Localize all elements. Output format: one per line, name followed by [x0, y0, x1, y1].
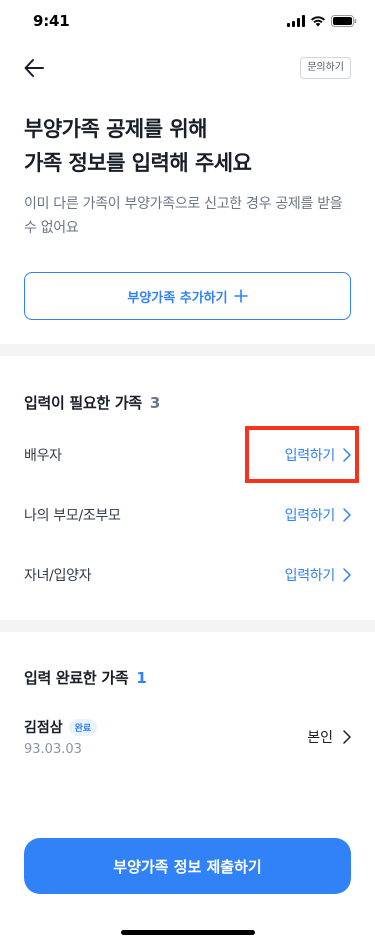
member-relation: 본인 [307, 730, 333, 746]
section-divider [0, 344, 375, 356]
family-name: 자녀/입양자 [24, 568, 92, 584]
needed-section-title: 입력이 필요한 가족 3 [24, 392, 160, 413]
needed-count: 3 [149, 394, 160, 412]
family-row-parents: 나의 부모/조부모 입력하기 [24, 500, 351, 530]
signal-icon [287, 15, 305, 27]
section-divider [0, 620, 375, 632]
completed-member-name: 김점삼 완료 [24, 717, 98, 737]
completed-section-label: 입력 완료한 가족 [24, 669, 129, 687]
input-button-label: 입력하기 [284, 508, 336, 524]
highlight-box [245, 426, 359, 483]
completed-section-title: 입력 완료한 가족 1 [24, 667, 147, 688]
family-name: 배우자 [24, 448, 62, 464]
completed-member-button[interactable]: 본인 [307, 727, 351, 747]
add-dependent-label: 부양가족 추가하기 [127, 290, 228, 306]
status-icons [287, 15, 357, 27]
screen: 9:41 문의하기 부양가족 공제를 위해 가족 정보를 입력해 주세요 이미 … [0, 0, 375, 944]
chevron-right-icon [343, 730, 351, 744]
page-title-line2: 가족 정보를 입력해 주세요 [24, 151, 252, 175]
home-indicator [121, 930, 255, 935]
member-name: 김점삼 [24, 720, 63, 736]
page-subtitle: 이미 다른 가족이 부양가족으로 신고한 경우 공제를 받을 수 없어요 [24, 196, 343, 236]
family-row-children: 자녀/입양자 입력하기 [24, 560, 351, 590]
page-title-line1: 부양가족 공제를 위해 [24, 117, 208, 141]
status-badge: 완료 [68, 718, 98, 736]
plus-icon [233, 289, 248, 303]
input-button-parents[interactable]: 입력하기 [285, 505, 351, 525]
input-button-children[interactable]: 입력하기 [285, 565, 351, 585]
input-button-label: 입력하기 [284, 568, 336, 584]
member-birthdate: 93.03.03 [24, 742, 82, 757]
submit-button[interactable]: 부양가족 정보 제출하기 [24, 838, 351, 894]
needed-section-label: 입력이 필요한 가족 [24, 394, 142, 412]
wifi-icon [311, 16, 325, 27]
add-dependent-button[interactable]: 부양가족 추가하기 [24, 272, 351, 320]
family-name: 나의 부모/조부모 [24, 508, 121, 524]
back-button[interactable] [18, 52, 50, 84]
inquiry-button[interactable]: 문의하기 [300, 57, 351, 79]
chevron-right-icon [343, 508, 351, 522]
status-bar: 9:41 [0, 0, 375, 44]
status-time: 9:41 [33, 12, 70, 30]
page-title: 부양가족 공제를 위해 가족 정보를 입력해 주세요 [24, 112, 354, 180]
battery-icon [331, 15, 357, 27]
chevron-right-icon [343, 568, 351, 582]
arrow-left-icon [24, 59, 44, 77]
completed-count: 1 [136, 669, 147, 687]
